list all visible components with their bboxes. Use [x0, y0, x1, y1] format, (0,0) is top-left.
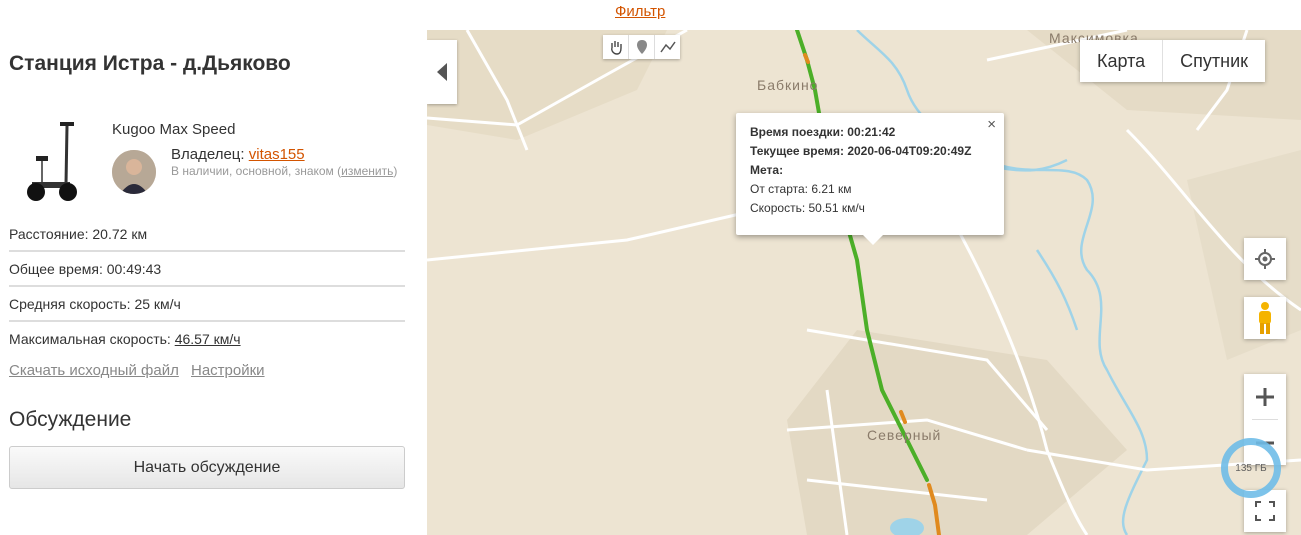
- popup-ride-time: Время поездки: 00:21:42: [750, 125, 896, 139]
- map-type-switch: Карта Спутник: [1080, 40, 1266, 82]
- sidebar: Станция Истра - д.Дьяково Kugoo Max Spee…: [0, 30, 427, 535]
- popup-speed: Скорость: 50.51 км/ч: [750, 201, 865, 215]
- chevron-left-icon: [437, 63, 447, 81]
- sidebar-links: Скачать исходный файл Настройки: [9, 362, 273, 379]
- download-file-link[interactable]: Скачать исходный файл: [9, 362, 179, 379]
- pegman-icon: [1259, 302, 1271, 334]
- owner-avatar[interactable]: [112, 150, 156, 194]
- map[interactable]: Максимовка Бабкино Северный Карта Спутни…: [427, 30, 1301, 535]
- polyline-icon: [659, 41, 676, 53]
- stat-avg-speed: Средняя скорость: 25 км/ч: [9, 296, 405, 322]
- street-view-button[interactable]: [1244, 297, 1286, 339]
- my-location-button[interactable]: [1244, 238, 1286, 280]
- popup-current-time: Текущее время: 2020-06-04T09:20:49Z: [750, 144, 972, 158]
- owner-link[interactable]: vitas155: [249, 146, 305, 163]
- scooter-image: [27, 122, 77, 201]
- place-label-babkino: Бабкино: [757, 77, 819, 93]
- collapse-sidebar-button[interactable]: [427, 40, 457, 104]
- track-point-popup: Время поездки: 00:21:42 Текущее время: 2…: [736, 113, 1004, 245]
- settings-link[interactable]: Настройки: [191, 362, 265, 379]
- popup-mark: Мета:: [750, 163, 784, 177]
- filter-link[interactable]: Фильтр: [615, 3, 665, 20]
- owner-line: Владелец: vitas155: [171, 146, 305, 163]
- crosshair-icon: [1255, 249, 1275, 269]
- device-name: Kugoo Max Speed: [112, 121, 236, 138]
- stat-distance: Расстояние: 20.72 км: [9, 226, 405, 252]
- discussion-title: Обсуждение: [9, 408, 132, 431]
- change-owner-link[interactable]: изменить: [341, 164, 393, 178]
- storage-badge-label: 135 ГБ: [1235, 462, 1267, 474]
- owner-label: Владелец:: [171, 146, 245, 163]
- place-label-severny: Северный: [867, 427, 942, 443]
- popup-from-start: От старта: 6.21 км: [750, 182, 852, 196]
- line-tool[interactable]: [655, 35, 680, 59]
- max-speed-link[interactable]: 46.57 км/ч: [175, 331, 241, 347]
- map-type-map[interactable]: Карта: [1080, 40, 1162, 82]
- popup-close-icon[interactable]: ×: [987, 115, 996, 134]
- owner-status: В наличии, основной, знаком (изменить): [171, 164, 398, 178]
- storage-badge: 135 ГБ: [1221, 438, 1281, 498]
- stat-max-speed: Максимальная скорость: 46.57 км/ч: [9, 331, 405, 355]
- hand-icon: [610, 41, 622, 55]
- map-background: [427, 30, 1301, 535]
- marker-icon: [636, 40, 647, 54]
- hand-tool[interactable]: [603, 35, 629, 59]
- fullscreen-icon: [1255, 501, 1275, 521]
- max-speed-label: Максимальная скорость:: [9, 331, 171, 347]
- map-tools: [603, 35, 680, 59]
- start-discussion-button[interactable]: Начать обсуждение: [9, 446, 405, 489]
- marker-tool[interactable]: [629, 35, 655, 59]
- popup-tail: [863, 235, 883, 245]
- owner-status-text: В наличии, основной, знаком: [171, 164, 334, 178]
- route-title: Станция Истра - д.Дьяково: [9, 52, 291, 75]
- stat-total-time: Общее время: 00:49:43: [9, 261, 405, 287]
- plus-icon: [1256, 387, 1274, 406]
- zoom-in-button[interactable]: [1244, 374, 1286, 419]
- map-type-satellite[interactable]: Спутник: [1162, 40, 1265, 82]
